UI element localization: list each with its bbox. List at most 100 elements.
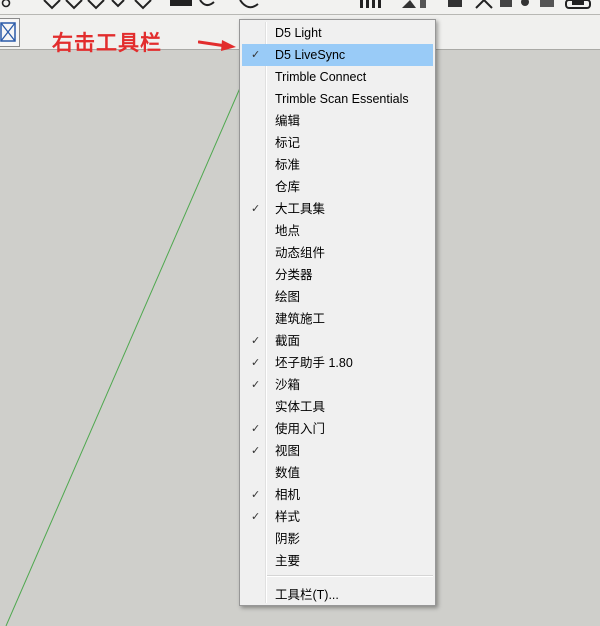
menu-item[interactable]: 分类器: [242, 264, 433, 286]
checkmark-icon: [251, 286, 263, 308]
menu-item[interactable]: 动态组件: [242, 242, 433, 264]
zoom-extents-button[interactable]: [0, 18, 20, 47]
checkmark-icon: ✓: [251, 445, 261, 457]
scene-icon[interactable]: [565, 0, 591, 9]
checkmark-icon: ✓: [251, 511, 261, 523]
menu-item-label: 建筑施工: [275, 312, 326, 326]
checkmark-icon: ✓: [251, 423, 261, 435]
menu-item[interactable]: Trimble Scan Essentials: [242, 88, 433, 110]
annotation-text: 右击工具栏: [52, 31, 162, 55]
checkmark-icon: [251, 154, 263, 176]
checkmark-icon: ✓: [251, 335, 261, 347]
menu-item-label: 使用入门: [275, 422, 326, 436]
menu-item-label: 坯子助手 1.80: [275, 356, 353, 370]
menu-item-label: 样式: [275, 510, 301, 524]
menu-item[interactable]: 数值: [242, 462, 433, 484]
menu-item-label: D5 LiveSync: [275, 48, 346, 62]
checkmark-icon: [251, 110, 263, 132]
menu-item-label: 标记: [275, 136, 301, 150]
menu-item[interactable]: 阴影: [242, 528, 433, 550]
tape-icon[interactable]: [65, 0, 83, 10]
checkmark-icon: ✓: [251, 49, 261, 61]
menu-item-label: 相机: [275, 488, 301, 502]
checkmark-icon: [251, 264, 263, 286]
menu-item-toolbars-dialog[interactable]: 工具栏(T)...: [242, 584, 433, 606]
save-icon[interactable]: [448, 0, 493, 9]
menu-item[interactable]: 主要: [242, 550, 433, 572]
toolbar-icons-strip: [1, 0, 591, 10]
checkmark-icon: [251, 220, 263, 242]
menu-item[interactable]: 仓库: [242, 176, 433, 198]
menu-item[interactable]: 编辑: [242, 110, 433, 132]
menu-item-label: 动态组件: [275, 246, 326, 260]
checkmark-icon: [251, 132, 263, 154]
menu-item-label: 沙箱: [275, 378, 301, 392]
menu-item-label: 阴影: [275, 532, 301, 546]
checkmark-icon: ✓: [251, 203, 261, 215]
checkmark-icon: [251, 176, 263, 198]
menu-item[interactable]: 绘图: [242, 286, 433, 308]
menu-item-label: 视图: [275, 444, 301, 458]
menu-item-label: 主要: [275, 554, 301, 568]
menu-item-label: D5 Light: [275, 26, 322, 40]
menu-item[interactable]: D5 Light: [242, 22, 433, 44]
checkmark-icon: ✓: [251, 357, 261, 369]
menu-item[interactable]: ✓ D5 LiveSync: [242, 44, 433, 66]
arrow-icon[interactable]: [402, 0, 426, 8]
menu-item-label: 编辑: [275, 114, 301, 128]
menu-item[interactable]: 标准: [242, 154, 433, 176]
menu-item-label: 仓库: [275, 180, 301, 194]
menu-item[interactable]: 建筑施工: [242, 308, 433, 330]
checkmark-icon: [251, 462, 263, 484]
annotation-arrow-icon: [198, 40, 236, 51]
checkmark-icon: [251, 396, 263, 418]
cube-icon[interactable]: [540, 0, 554, 7]
menu-item[interactable]: ✓ 沙箱: [242, 374, 433, 396]
menu-item-label: 数值: [275, 466, 301, 480]
checkmark-icon: ✓: [251, 379, 261, 391]
menu-item-label: 绘图: [275, 290, 301, 304]
push-pull-icon[interactable]: [111, 0, 152, 10]
toolbars-context-menu: D5 Light ✓ D5 LiveSync Trimble Connect Trimb…: [239, 19, 436, 606]
orbit-icon[interactable]: [170, 0, 215, 6]
checkmark-icon: [251, 22, 263, 44]
zoom-extents-icon: [0, 22, 16, 42]
menu-item[interactable]: ✓ 样式: [242, 506, 433, 528]
green-axis-line: [5, 87, 241, 626]
menu-item[interactable]: ✓ 坯子助手 1.80: [242, 352, 433, 374]
menu-item[interactable]: ✓ 截面: [242, 330, 433, 352]
checkmark-icon: [251, 66, 263, 88]
menu-item-label: 大工具集: [275, 202, 326, 216]
menu-item-label: 地点: [275, 224, 301, 238]
menu-item[interactable]: 地点: [242, 220, 433, 242]
paint-icon[interactable]: [87, 0, 105, 10]
checkmark-icon: [251, 88, 263, 110]
menu-item[interactable]: ✓ 使用入门: [242, 418, 433, 440]
checkmark-icon: ✓: [251, 489, 261, 501]
section-icon[interactable]: [239, 0, 259, 9]
menu-item-label: Trimble Scan Essentials: [275, 92, 409, 106]
menu-item[interactable]: ✓ 视图: [242, 440, 433, 462]
menu-item[interactable]: 实体工具: [242, 396, 433, 418]
top-toolbar: [0, 0, 600, 15]
menu-item-label: 截面: [275, 334, 301, 348]
menu-item-list: D5 Light ✓ D5 LiveSync Trimble Connect Trimb…: [240, 20, 435, 572]
checkmark-icon: [251, 308, 263, 330]
menu-item-label: Trimble Connect: [275, 70, 367, 84]
menu-separator: [267, 575, 433, 577]
menu-item[interactable]: 标记: [242, 132, 433, 154]
eraser-icon[interactable]: [43, 0, 61, 10]
checkmark-icon: [251, 242, 263, 264]
chart-icon[interactable]: [360, 0, 381, 8]
menu-item-label: 标准: [275, 158, 301, 172]
checkmark-icon: [251, 528, 263, 550]
camera-icon[interactable]: [500, 0, 529, 7]
checkmark-icon: [251, 550, 263, 572]
menu-item[interactable]: Trimble Connect: [242, 66, 433, 88]
menu-item-label: 分类器: [275, 268, 313, 282]
menu-item-label: 实体工具: [275, 400, 326, 414]
menu-item[interactable]: ✓ 大工具集: [242, 198, 433, 220]
menu-item[interactable]: ✓ 相机: [242, 484, 433, 506]
search-icon[interactable]: [1, 0, 11, 8]
menu-footer: 工具栏(T)...: [240, 582, 435, 606]
